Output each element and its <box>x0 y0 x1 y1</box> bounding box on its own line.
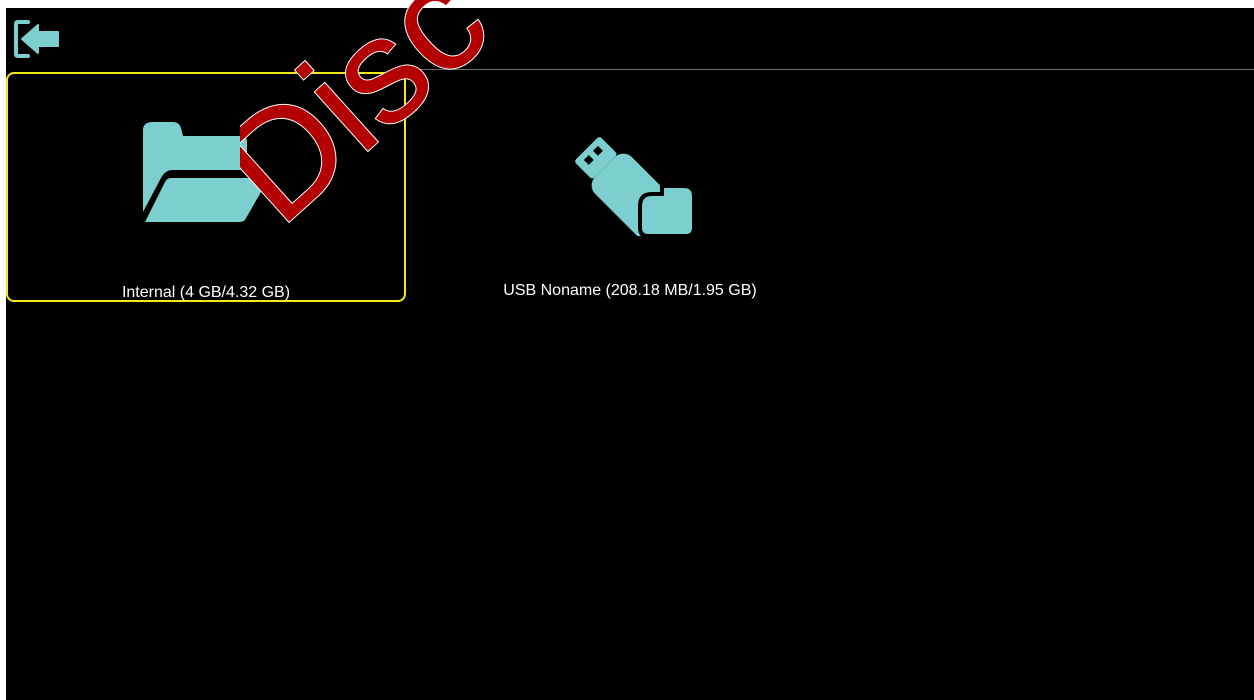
folder-open-icon <box>143 122 269 222</box>
storage-item-internal[interactable]: Internal (4 GB/4.32 GB) <box>6 72 406 302</box>
back-button[interactable] <box>14 20 62 58</box>
top-bar <box>6 8 1254 70</box>
header-divider <box>408 69 1254 70</box>
storage-label: Internal (4 GB/4.32 GB) <box>121 284 291 301</box>
file-manager-screen: Internal (4 GB/4.32 GB) USB Noname (208.… <box>6 8 1254 700</box>
storage-item-usb[interactable]: USB Noname (208.18 MB/1.95 GB) <box>430 72 830 302</box>
storage-label: USB Noname (208.18 MB/1.95 GB) <box>503 282 757 299</box>
usb-drive-icon <box>575 137 696 236</box>
exit-arrow-icon <box>14 20 59 58</box>
